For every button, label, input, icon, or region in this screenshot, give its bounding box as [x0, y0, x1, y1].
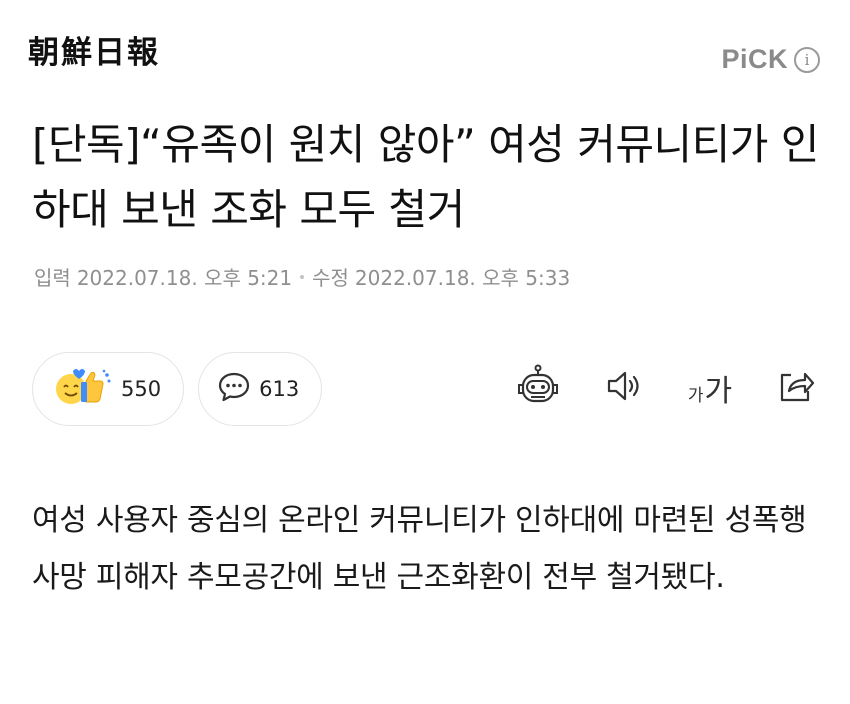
pick-badge[interactable]: PiCK i	[721, 46, 820, 73]
tts-button[interactable]	[600, 362, 648, 414]
reaction-count: 550	[121, 377, 162, 401]
article-timestamps: 입력 2022.07.18. 오후 5:21 수정 2022.07.18. 오후…	[34, 262, 570, 291]
summary-button[interactable]	[514, 362, 562, 414]
speech-bubble-icon	[217, 370, 251, 408]
comment-count: 613	[259, 377, 300, 401]
pick-label: PiCK	[721, 44, 788, 74]
smiley-thumbs-up-icon	[51, 365, 113, 413]
robot-icon	[515, 363, 561, 413]
share-button[interactable]	[772, 362, 820, 414]
font-large-glyph: 가	[704, 374, 733, 409]
reaction-bar: 550 613	[32, 352, 323, 426]
input-label: 입력	[34, 266, 71, 290]
font-size-icon: 가 가	[688, 366, 732, 410]
input-time: 2022.07.18. 오후 5:21	[76, 266, 293, 290]
meta-separator	[300, 274, 305, 279]
publisher-logo[interactable]: 朝鮮日報	[28, 38, 160, 69]
article-headline: [단독]“유족이 원치 않아” 여성 커뮤니티가 인하대 보낸 조화 모두 철거	[32, 120, 819, 234]
info-icon[interactable]: i	[794, 46, 820, 73]
article-toolbar: 가 가	[514, 362, 820, 414]
comment-button[interactable]: 613	[198, 352, 323, 426]
speaker-icon	[604, 366, 644, 410]
article-body: 여성 사용자 중심의 온라인 커뮤니티가 인하대에 마련된 성폭행 사망 피해자…	[32, 503, 807, 595]
font-size-button[interactable]: 가 가	[686, 362, 734, 414]
edit-label: 수정	[312, 266, 349, 290]
edit-time: 2022.07.18. 오후 5:33	[354, 266, 571, 290]
share-icon	[776, 366, 816, 410]
reaction-button[interactable]: 550	[32, 352, 185, 426]
font-small-glyph: 가	[687, 386, 704, 406]
article-header: 朝鮮日報 PiCK i	[0, 0, 850, 110]
